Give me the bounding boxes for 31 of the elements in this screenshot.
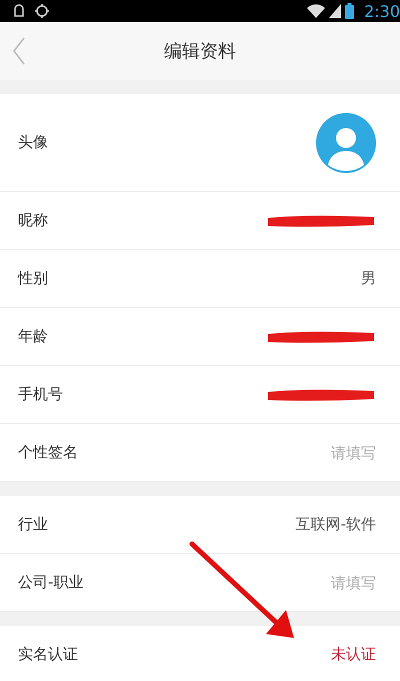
field-label: 昵称 <box>18 211 48 230</box>
field-label: 个性签名 <box>18 443 78 462</box>
profile-row[interactable]: 头像 <box>0 94 400 192</box>
wifi-icon <box>307 4 326 18</box>
field-value: 男 <box>361 269 376 288</box>
page-title: 编辑资料 <box>164 40 236 63</box>
profile-row[interactable]: 个性签名 请填写 <box>0 424 400 482</box>
avatar-icon[interactable] <box>316 112 376 172</box>
location-icon <box>34 3 50 19</box>
signal-icon <box>329 4 342 18</box>
field-label: 行业 <box>18 515 48 534</box>
profile-row[interactable]: 昵称 <box>0 192 400 250</box>
field-label: 性别 <box>18 269 48 288</box>
field-label: 头像 <box>18 133 48 152</box>
notification-icon <box>12 4 26 18</box>
profile-row[interactable]: 行业 互联网-软件 <box>0 496 400 554</box>
field-label: 实名认证 <box>18 645 78 664</box>
verification-status: 未认证 <box>331 645 376 664</box>
profile-row[interactable]: 公司-职业 请填写 <box>0 554 400 612</box>
battery-icon <box>345 3 354 19</box>
field-value: 互联网-软件 <box>296 515 376 534</box>
profile-row[interactable]: 年龄 <box>0 308 400 366</box>
field-label: 公司-职业 <box>18 573 84 592</box>
profile-row[interactable]: 手机号 <box>0 366 400 424</box>
field-label: 手机号 <box>18 385 63 404</box>
back-button[interactable] <box>12 36 26 66</box>
input-field[interactable]: 请填写 <box>256 574 376 592</box>
field-label: 年龄 <box>18 327 48 346</box>
profile-row[interactable]: 性别 男 <box>0 250 400 308</box>
input-field[interactable]: 请填写 <box>256 444 376 462</box>
status-time: 2:30 <box>364 2 400 20</box>
